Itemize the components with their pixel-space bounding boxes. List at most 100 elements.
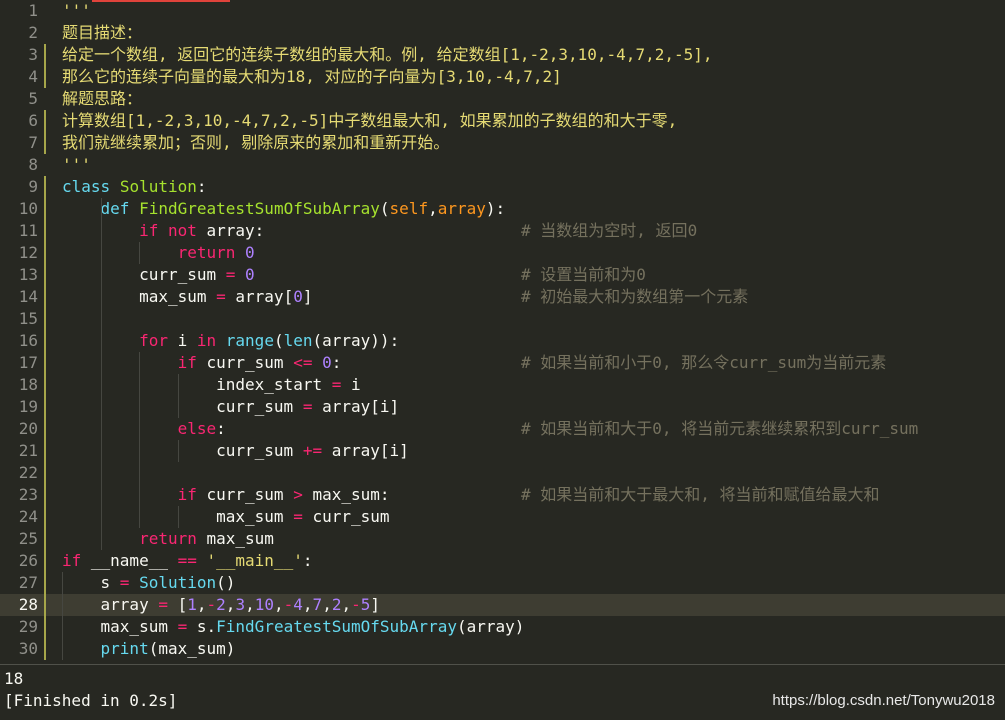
code-text: if not array: <box>139 221 265 240</box>
code-text: ''' <box>62 155 91 174</box>
code-line[interactable]: 5 解题思路： <box>0 88 1005 110</box>
code-text: 给定一个数组, 返回它的连续子数组的最大和。例, 给定数组[1,-2,3,10,… <box>62 45 713 64</box>
indent-guide <box>139 242 141 264</box>
modified-line-marker <box>44 242 46 264</box>
line-number: 5 <box>28 89 38 108</box>
code-line[interactable]: 17 if curr_sum <= 0: # 如果当前和小于0, 那么令curr_… <box>0 352 1005 374</box>
line-number: 13 <box>18 265 38 284</box>
code-text: else: <box>177 419 226 438</box>
code-line[interactable]: 14 max_sum = array[0] # 初始最大和为数组第一个元素 <box>0 286 1005 308</box>
line-number: 6 <box>28 111 38 130</box>
code-line[interactable]: 13 curr_sum = 0 # 设置当前和为0 <box>0 264 1005 286</box>
code-line[interactable]: 20 else: # 如果当前和大于0, 将当前元素继续累积到curr_sum <box>0 418 1005 440</box>
code-text: curr_sum = 0 <box>62 265 255 284</box>
line-number: 26 <box>18 551 38 570</box>
line-number: 22 <box>18 463 38 482</box>
code-line[interactable]: 23 if curr_sum > max_sum: # 如果当前和大于最大和, 将… <box>0 484 1005 506</box>
line-number: 27 <box>18 573 38 592</box>
line-number: 20 <box>18 419 38 438</box>
code-line[interactable]: 16 for i in range(len(array)): <box>0 330 1005 352</box>
code-text: max_sum = s.FindGreatestSumOfSubArray(ar… <box>62 617 525 636</box>
line-number: 17 <box>18 353 38 372</box>
line-number: 11 <box>18 221 38 240</box>
code-line[interactable]: 7 我们就继续累加；否则, 剔除原来的累加和重新开始。 <box>0 132 1005 154</box>
code-line[interactable]: 1 ''' <box>0 0 1005 22</box>
code-line[interactable]: 28 array = [1,-2,3,10,-4,7,2,-5] <box>0 594 1005 616</box>
line-number: 4 <box>28 67 38 86</box>
watermark: https://blog.csdn.net/Tonywu2018 <box>772 692 995 709</box>
line-number: 28 <box>18 595 38 614</box>
line-number: 1 <box>28 1 38 20</box>
code-line[interactable]: 26 if __name__ == '__main__': <box>0 550 1005 572</box>
indent-guide <box>100 198 102 550</box>
modified-line-marker <box>44 176 46 198</box>
modified-line-marker <box>44 264 46 286</box>
modified-line-marker <box>44 352 46 374</box>
indent-guide <box>177 440 179 462</box>
indent-guide <box>177 506 179 528</box>
code-line[interactable]: 18 index_start = i <box>0 374 1005 396</box>
indent-guide <box>177 374 179 418</box>
code-text: 解题思路： <box>62 89 143 108</box>
code-text: for i in range(len(array)): <box>139 331 400 350</box>
code-line[interactable]: 4 那么它的连续子向量的最大和为18, 对应的子向量为[3,10,-4,7,2] <box>0 66 1005 88</box>
code-line[interactable]: 30 print(max_sum) <box>0 638 1005 660</box>
code-line[interactable]: 9 class Solution: <box>0 176 1005 198</box>
modified-line-marker <box>44 110 46 132</box>
modified-line-marker <box>44 418 46 440</box>
modified-line-marker <box>44 462 46 484</box>
line-number: 29 <box>18 617 38 636</box>
code-line[interactable]: 27 s = Solution() <box>0 572 1005 594</box>
code-comment: # 设置当前和为0 <box>521 265 646 284</box>
code-text: 题目描述： <box>62 23 143 42</box>
line-number: 14 <box>18 287 38 306</box>
code-line[interactable]: 21 curr_sum += array[i] <box>0 440 1005 462</box>
code-line[interactable]: 10 def FindGreatestSumOfSubArray(self,ar… <box>0 198 1005 220</box>
code-line[interactable]: 15 <box>0 308 1005 330</box>
code-text: index_start = i <box>62 375 361 394</box>
code-line[interactable]: 25 return max_sum <box>0 528 1005 550</box>
code-line[interactable]: 29 max_sum = s.FindGreatestSumOfSubArray… <box>0 616 1005 638</box>
code-text: print(max_sum) <box>100 639 236 658</box>
modified-line-marker <box>44 308 46 330</box>
code-text: 计算数组[1,-2,3,10,-4,7,2,-5]中子数组最大和, 如果累加的子… <box>62 111 678 130</box>
code-editor[interactable]: 1 ''' 2 题目描述： 3 给定一个数组, 返回它的连续子数组的最大和。例, 给定数组… <box>0 0 1005 664</box>
modified-line-marker <box>44 572 46 594</box>
code-line[interactable]: 6 计算数组[1,-2,3,10,-4,7,2,-5]中子数组最大和, 如果累加的… <box>0 110 1005 132</box>
line-number: 21 <box>18 441 38 460</box>
modified-line-marker <box>44 528 46 550</box>
code-text: array = [1,-2,3,10,-4,7,2,-5] <box>62 595 381 614</box>
code-line[interactable]: 3 给定一个数组, 返回它的连续子数组的最大和。例, 给定数组[1,-2,3,10… <box>0 44 1005 66</box>
line-number: 18 <box>18 375 38 394</box>
code-text: curr_sum = array[i] <box>62 397 400 416</box>
modified-line-marker <box>44 616 46 638</box>
code-text: if curr_sum > max_sum: <box>177 485 390 504</box>
code-text: ''' <box>62 1 91 20</box>
code-text: class Solution: <box>62 177 207 196</box>
modified-line-marker <box>44 220 46 242</box>
code-line[interactable]: 24 max_sum = curr_sum <box>0 506 1005 528</box>
line-number: 8 <box>28 155 38 174</box>
output-status: [Finished in 0.2s] <box>4 691 178 710</box>
modified-line-marker <box>44 132 46 154</box>
line-number: 25 <box>18 529 38 548</box>
modified-line-marker <box>44 330 46 352</box>
modified-line-marker <box>44 550 46 572</box>
modified-line-marker <box>44 594 46 616</box>
code-text: 那么它的连续子向量的最大和为18, 对应的子向量为[3,10,-4,7,2] <box>62 67 562 86</box>
code-text: curr_sum += array[i] <box>62 441 409 460</box>
code-text: if curr_sum <= 0: <box>177 353 342 372</box>
code-line[interactable]: 19 curr_sum = array[i] <box>0 396 1005 418</box>
line-number: 23 <box>18 485 38 504</box>
code-line[interactable]: 8 ''' <box>0 154 1005 176</box>
code-line[interactable]: 2 题目描述： <box>0 22 1005 44</box>
code-line[interactable]: 12 return 0 <box>0 242 1005 264</box>
modified-line-marker <box>44 484 46 506</box>
code-text: return 0 <box>177 243 255 262</box>
code-line[interactable]: 22 <box>0 462 1005 484</box>
line-number: 3 <box>28 45 38 64</box>
code-comment: # 初始最大和为数组第一个元素 <box>521 287 749 306</box>
code-line[interactable]: 11 if not array: # 当数组为空时, 返回0 <box>0 220 1005 242</box>
line-number: 7 <box>28 133 38 152</box>
line-number: 9 <box>28 177 38 196</box>
